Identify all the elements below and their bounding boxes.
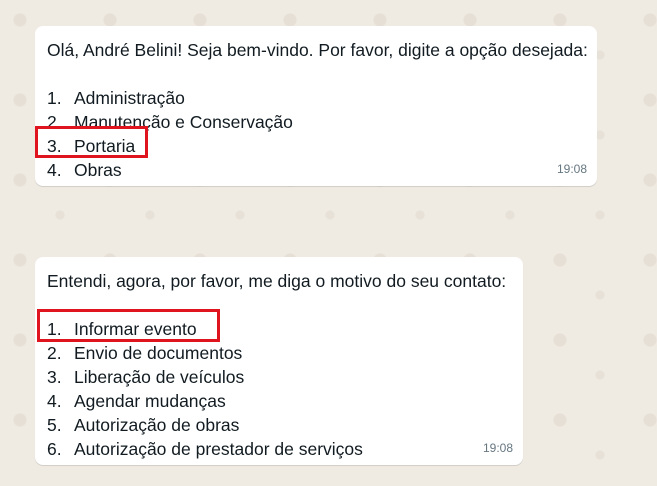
option-item: 5. Autorização de obras: [47, 415, 240, 435]
message-text: Entendi, agora, por favor, me diga o mot…: [47, 271, 507, 291]
option-label: Autorização de obras: [74, 415, 240, 435]
option-item-selected: 3. Portaria: [47, 136, 136, 156]
message-text: Olá, André Belini! Seja bem-vindo. Por f…: [47, 40, 588, 60]
option-item: 3. Liberação de veículos: [47, 367, 245, 387]
option-label: Informar evento: [74, 319, 197, 339]
option-item: 1. Administração: [47, 88, 185, 108]
message-bubble-reason: Entendi, agora, por favor, me diga o mot…: [35, 257, 523, 465]
message-timestamp: 19:08: [482, 441, 513, 455]
message-timestamp: 19:08: [556, 162, 587, 176]
option-item: 2. Envio de documentos: [47, 343, 243, 363]
option-label: Manutenção e Conservação: [74, 112, 293, 132]
option-label: Obras: [74, 160, 122, 180]
option-item: 4. Obras: [47, 160, 122, 180]
option-label: Autorização de prestador de serviços: [74, 439, 363, 459]
option-item: 6. Autorização de prestador de serviços: [47, 439, 363, 459]
option-item: 4. Agendar mudanças: [47, 391, 226, 411]
option-label: Liberação de veículos: [74, 367, 245, 387]
option-item: 2. Manutenção e Conservação: [47, 112, 293, 132]
option-label: Administração: [74, 88, 185, 108]
option-item-selected: 1. Informar evento: [47, 319, 197, 339]
option-label: Portaria: [74, 136, 136, 156]
option-label: Envio de documentos: [74, 343, 243, 363]
message-bubble-welcome: Olá, André Belini! Seja bem-vindo. Por f…: [35, 26, 597, 186]
option-label: Agendar mudanças: [74, 391, 226, 411]
